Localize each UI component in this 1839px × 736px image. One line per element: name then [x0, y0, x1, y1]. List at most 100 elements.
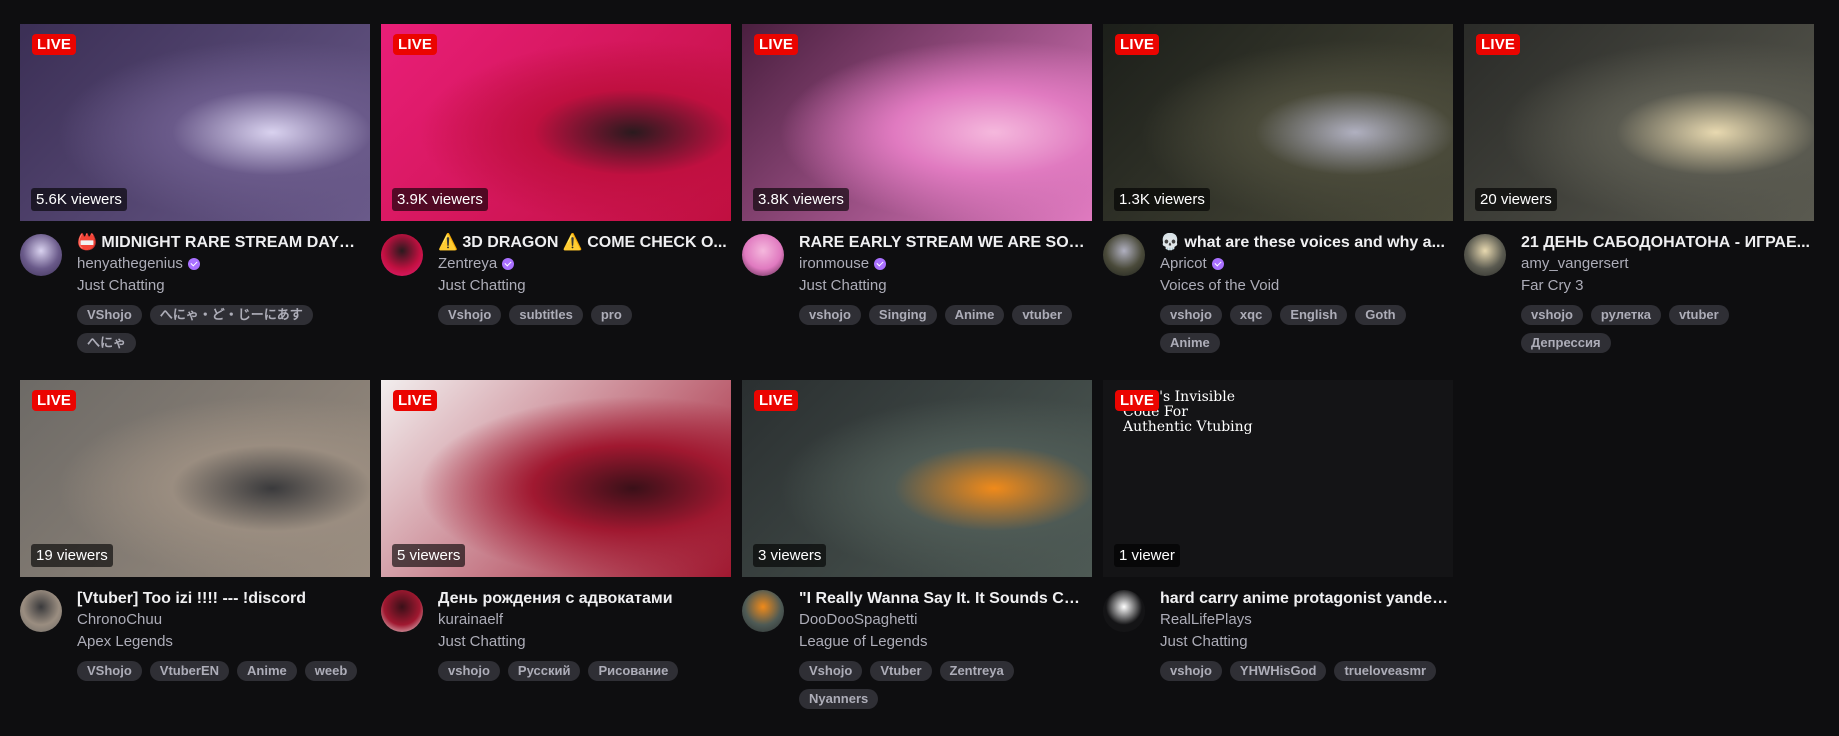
stream-thumbnail[interactable]: LIVE 20 viewers: [1464, 24, 1814, 221]
tag[interactable]: pro: [590, 305, 632, 325]
category-link[interactable]: Far Cry 3: [1521, 276, 1811, 296]
channel-link[interactable]: ChronoChuu: [77, 610, 367, 630]
avatar[interactable]: [1103, 234, 1145, 276]
stream-title[interactable]: ⚠️ 3D DRAGON ⚠️ COME CHECK O...: [438, 233, 728, 253]
stream-title[interactable]: 21 ДЕНЬ САБОДОНАТОНА - ИГРАЕ...: [1521, 233, 1811, 253]
avatar[interactable]: [742, 234, 784, 276]
tag[interactable]: рулетка: [1590, 305, 1661, 325]
viewer-count: 5.6K viewers: [31, 188, 127, 211]
stream-info: 21 ДЕНЬ САБОДОНАТОНА - ИГРАЕ... amy_vang…: [1521, 233, 1811, 353]
channel-link[interactable]: Apricot: [1160, 254, 1450, 274]
category-link[interactable]: Voices of the Void: [1160, 276, 1450, 296]
tag[interactable]: へにゃ・ど・じーにあす: [149, 305, 313, 325]
stream-thumbnail[interactable]: l Life's Invisible Code For Authentic Vt…: [1103, 380, 1453, 577]
tag[interactable]: VShojo: [77, 661, 142, 681]
avatar[interactable]: [1103, 590, 1145, 632]
stream-thumbnail[interactable]: LIVE 5.6K viewers: [20, 24, 370, 221]
tag[interactable]: Zentreya: [939, 661, 1014, 681]
stream-card[interactable]: LIVE 3 viewers "I Really Wanna Say It. I…: [742, 380, 1092, 736]
tag[interactable]: Anime: [944, 305, 1005, 325]
tag-list: vshojo Русский Рисование: [438, 661, 738, 681]
avatar[interactable]: [381, 234, 423, 276]
category-link[interactable]: Apex Legends: [77, 632, 367, 652]
live-badge: LIVE: [32, 34, 77, 55]
tag[interactable]: Vshojo: [438, 305, 502, 325]
viewer-count: 5 viewers: [392, 544, 466, 567]
tag[interactable]: VtuberEN: [149, 661, 230, 681]
avatar[interactable]: [742, 590, 784, 632]
stream-card[interactable]: LIVE 1.3K viewers 💀 what are these voice…: [1103, 24, 1453, 380]
viewer-count: 1 viewer: [1114, 544, 1180, 567]
stream-title[interactable]: hard carry anime protagonist yander...: [1160, 589, 1450, 609]
viewer-count: 3.8K viewers: [753, 188, 849, 211]
tag[interactable]: Vshojo: [799, 661, 863, 681]
stream-title[interactable]: День рождения с адвокатами: [438, 589, 728, 609]
avatar[interactable]: [381, 590, 423, 632]
stream-title[interactable]: [Vtuber] Too izi !!!! --- !discord: [77, 589, 367, 609]
tag[interactable]: vshojo: [438, 661, 500, 681]
stream-card[interactable]: LIVE 3.9K viewers ⚠️ 3D DRAGON ⚠️ COME C…: [381, 24, 731, 380]
stream-thumbnail[interactable]: LIVE 19 viewers: [20, 380, 370, 577]
category-link[interactable]: Just Chatting: [77, 276, 367, 296]
stream-info: RARE EARLY STREAM WE ARE SO B... ironmou…: [799, 233, 1089, 325]
tag[interactable]: VShojo: [77, 305, 142, 325]
stream-title[interactable]: RARE EARLY STREAM WE ARE SO B...: [799, 233, 1089, 253]
avatar[interactable]: [1464, 234, 1506, 276]
tag[interactable]: vshojo: [1160, 305, 1222, 325]
tag[interactable]: Vtuber: [870, 661, 932, 681]
tag[interactable]: vshojo: [1160, 661, 1222, 681]
stream-card[interactable]: LIVE 5.6K viewers 📛 MIDNIGHT RARE STREAM…: [20, 24, 370, 380]
tag[interactable]: Nyanners: [799, 689, 879, 709]
channel-link[interactable]: RealLifePlays: [1160, 610, 1450, 630]
stream-title[interactable]: 💀 what are these voices and why a...: [1160, 233, 1450, 253]
channel-link[interactable]: kurainaelf: [438, 610, 728, 630]
channel-link[interactable]: ironmouse: [799, 254, 1089, 274]
tag[interactable]: subtitles: [509, 305, 583, 325]
live-badge: LIVE: [1115, 390, 1160, 411]
stream-thumbnail[interactable]: LIVE 3 viewers: [742, 380, 1092, 577]
tag[interactable]: Singing: [868, 305, 937, 325]
channel-name: ChronoChuu: [77, 611, 163, 628]
channel-link[interactable]: henyathegenius: [77, 254, 367, 274]
tag[interactable]: vtuber: [1668, 305, 1729, 325]
channel-link[interactable]: Zentreya: [438, 254, 728, 274]
tag[interactable]: Депрессия: [1521, 333, 1611, 353]
stream-info: [Vtuber] Too izi !!!! --- !discord Chron…: [77, 589, 367, 681]
stream-thumbnail[interactable]: LIVE 1.3K viewers: [1103, 24, 1453, 221]
category-link[interactable]: Just Chatting: [799, 276, 1089, 296]
tag[interactable]: vtuber: [1012, 305, 1073, 325]
category-link[interactable]: Just Chatting: [438, 276, 728, 296]
tag[interactable]: Goth: [1355, 305, 1406, 325]
stream-info: День рождения с адвокатами kurainaelf Ju…: [438, 589, 728, 681]
stream-card[interactable]: LIVE 20 viewers 21 ДЕНЬ САБОДОНАТОНА - И…: [1464, 24, 1814, 380]
tag[interactable]: Anime: [237, 661, 297, 681]
tag[interactable]: xqc: [1229, 305, 1273, 325]
category-link[interactable]: Just Chatting: [1160, 632, 1450, 652]
tag[interactable]: Рисование: [588, 661, 679, 681]
stream-thumbnail[interactable]: LIVE 3.8K viewers: [742, 24, 1092, 221]
tag[interactable]: YHWHisGod: [1229, 661, 1327, 681]
tag-list: vshojo рулетка vtuber Депрессия: [1521, 305, 1821, 353]
tag[interactable]: Русский: [507, 661, 581, 681]
avatar[interactable]: [20, 234, 62, 276]
tag[interactable]: vshojo: [1521, 305, 1583, 325]
tag[interactable]: trueloveasmr: [1334, 661, 1437, 681]
tag[interactable]: へにゃ: [77, 333, 137, 353]
channel-link[interactable]: amy_vangersert: [1521, 254, 1811, 274]
tag[interactable]: English: [1280, 305, 1348, 325]
tag[interactable]: vshojo: [799, 305, 861, 325]
category-link[interactable]: League of Legends: [799, 632, 1089, 652]
stream-thumbnail[interactable]: LIVE 5 viewers: [381, 380, 731, 577]
tag[interactable]: Anime: [1160, 333, 1220, 353]
avatar[interactable]: [20, 590, 62, 632]
stream-card[interactable]: l Life's Invisible Code For Authentic Vt…: [1103, 380, 1453, 736]
stream-card[interactable]: LIVE 5 viewers День рождения с адвокатам…: [381, 380, 731, 736]
stream-card[interactable]: LIVE 19 viewers [Vtuber] Too izi !!!! --…: [20, 380, 370, 736]
stream-card[interactable]: LIVE 3.8K viewers RARE EARLY STREAM WE A…: [742, 24, 1092, 380]
tag[interactable]: weeb: [304, 661, 358, 681]
stream-title[interactable]: "I Really Wanna Say It. It Sounds Cut...: [799, 589, 1089, 609]
stream-thumbnail[interactable]: LIVE 3.9K viewers: [381, 24, 731, 221]
stream-title[interactable]: 📛 MIDNIGHT RARE STREAM DAYO~ ...: [77, 233, 367, 253]
category-link[interactable]: Just Chatting: [438, 632, 728, 652]
channel-link[interactable]: DooDooSpaghetti: [799, 610, 1089, 630]
